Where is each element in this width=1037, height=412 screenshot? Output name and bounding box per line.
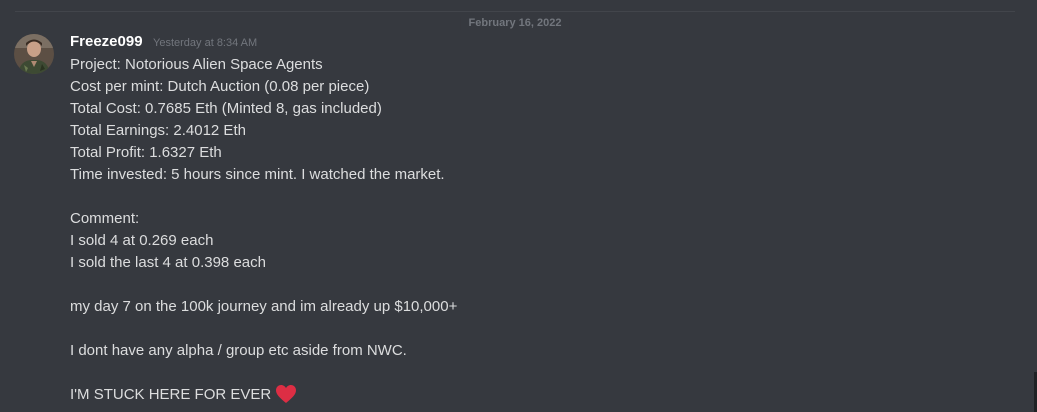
date-divider-label: February 16, 2022	[460, 17, 570, 30]
message-line: Project: Notorious Alien Space Agents	[70, 56, 323, 73]
message-line: my day 7 on the 100k journey and im alre…	[70, 298, 458, 315]
message-line: Time invested: 5 hours since mint. I wat…	[70, 166, 445, 183]
avatar[interactable]	[14, 34, 54, 74]
message-content: Project: Notorious Alien Space Agents Co…	[70, 54, 1010, 406]
message-line: Total Earnings: 2.4012 Eth	[70, 122, 246, 139]
message-line: Cost per mint: Dutch Auction (0.08 per p…	[70, 78, 370, 95]
message-header: Freeze099 Yesterday at 8:34 AM	[70, 33, 257, 51]
message-line: Total Profit: 1.6327 Eth	[70, 144, 222, 161]
message-line: Comment:	[70, 210, 140, 227]
message-timestamp[interactable]: Yesterday at 8:34 AM	[153, 37, 257, 49]
date-divider: February 16, 2022	[15, 11, 1015, 30]
message-line: I sold the last 4 at 0.398 each	[70, 254, 266, 271]
heart-icon[interactable]	[275, 384, 297, 404]
avatar-image	[14, 34, 54, 74]
message-line-text: I'M STUCK HERE FOR EVER	[70, 386, 272, 403]
username[interactable]: Freeze099	[70, 33, 143, 50]
message-last-line: I'M STUCK HERE FOR EVER	[70, 384, 1010, 406]
message-line: I dont have any alpha / group etc aside …	[70, 342, 407, 359]
message-line: Total Cost: 0.7685 Eth (Minted 8, gas in…	[70, 100, 382, 117]
message-line: I sold 4 at 0.269 each	[70, 232, 214, 249]
